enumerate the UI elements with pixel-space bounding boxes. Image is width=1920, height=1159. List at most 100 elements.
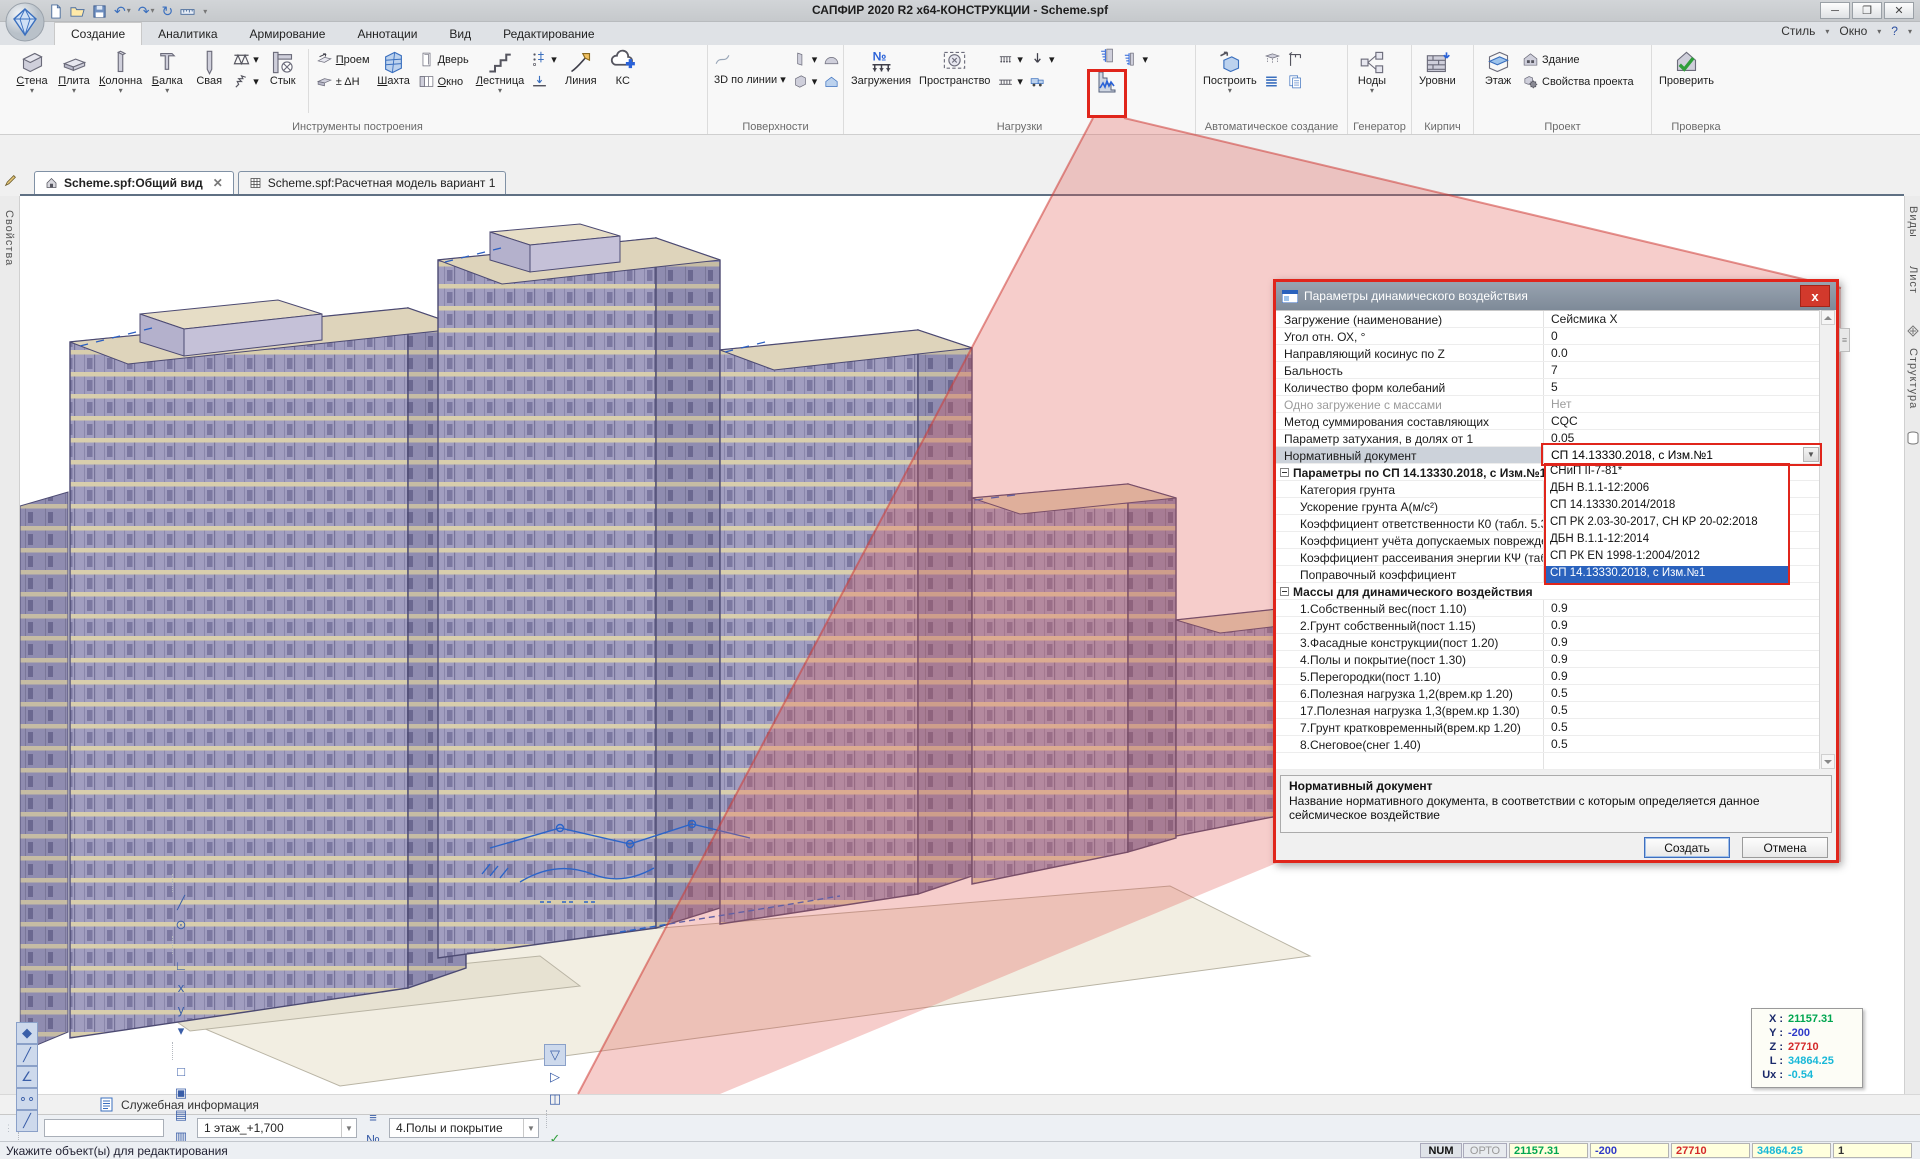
snap-line-toggle[interactable]: ╱ (16, 1044, 38, 1066)
loadcases-button[interactable]: №Загружения (848, 47, 914, 90)
dialog-title-bar[interactable]: Параметры динамического воздействия x (1276, 282, 1836, 310)
shaft-button[interactable]: Шахта (374, 47, 414, 90)
opening-button[interactable]: Проем (314, 50, 372, 69)
stairs-button[interactable]: Лестница▾ (473, 47, 528, 96)
property-row[interactable]: 3.Фасадные конструкции(пост 1.20) 0.9 (1276, 634, 1819, 651)
separator[interactable] (172, 874, 177, 892)
edit-pencil-icon[interactable] (0, 168, 20, 192)
property-row[interactable]: Метод суммирования составляющих CQC (1276, 413, 1819, 430)
auto-floors-button[interactable] (1262, 72, 1283, 91)
ortho-corner-button[interactable]: ∟ (170, 954, 192, 976)
space-button[interactable]: Пространство (916, 47, 993, 90)
property-row[interactable]: Угол отн. ОХ, ° 0 (1276, 328, 1819, 345)
nodes-button[interactable]: Ноды▾ (1352, 47, 1392, 96)
rail-load-button[interactable]: ▾ (995, 72, 1025, 91)
dropdown-item[interactable]: СП 14.13330.2014/2018 (1546, 498, 1788, 515)
ribbon-tab[interactable]: Аннотации (341, 23, 433, 45)
collapse-icon[interactable] (1280, 587, 1289, 596)
property-row[interactable]: Загружение (наименование) Сейсмика X (1276, 311, 1819, 328)
property-row[interactable]: 4.Полы и покрытие(пост 1.30) 0.9 (1276, 651, 1819, 668)
sheet-panel-tab[interactable]: Лист (1907, 266, 1919, 294)
point-load-button[interactable]: ▾ (1027, 50, 1057, 69)
pile-button[interactable]: Свая (189, 47, 229, 90)
filter-toggle[interactable]: ▽ (544, 1044, 566, 1066)
dropdown-scroll-th[interactable]: ≡ (1839, 328, 1850, 352)
dropdown-item[interactable]: СНиП II-7-81* (1546, 464, 1788, 481)
app-logo[interactable] (4, 1, 46, 43)
beam-button[interactable]: Балка▾ (147, 47, 187, 96)
property-row[interactable]: 1.Собственный вес(пост 1.10) 0.9 (1276, 600, 1819, 617)
wall-button[interactable]: Стена▾ (12, 47, 52, 96)
structure-panel-tab[interactable]: Структура (1907, 348, 1919, 409)
scroll-down-icon[interactable] (1821, 754, 1835, 769)
close-button[interactable]: ✕ (1884, 2, 1914, 19)
property-row[interactable]: 8.Снеговое(снег 1.40) 0.5 (1276, 736, 1819, 753)
column-button[interactable]: Колонна▾ (96, 47, 145, 96)
cancel-button[interactable]: Отмена (1742, 837, 1828, 858)
restore-button[interactable]: ❐ (1852, 2, 1882, 19)
window-button[interactable]: Окно (416, 72, 471, 91)
view-wire-button[interactable]: □ (170, 1060, 192, 1082)
build-button[interactable]: Построить▾ (1200, 47, 1260, 96)
surface-house-button[interactable] (821, 72, 842, 91)
property-row[interactable]: 17.Полезная нагрузка 1,3(врем.кр 1.30) 0… (1276, 702, 1819, 719)
property-row[interactable]: 6.Полезная нагрузка 1,2(врем.кр 1.20) 0.… (1276, 685, 1819, 702)
dialog-scrollbar[interactable] (1819, 310, 1836, 769)
lock-y-button[interactable]: y (170, 998, 192, 1020)
check-button[interactable]: Проверить (1656, 47, 1717, 90)
load-case-combo[interactable]: 4.Полы и покрытие ▼ (389, 1118, 539, 1138)
distributed-load-button[interactable]: ▾ (995, 50, 1025, 69)
orto-toggle[interactable]: ОРТО (1463, 1143, 1507, 1158)
project-properties-button[interactable]: Свойства проекта (1520, 72, 1636, 91)
surface-panel-button[interactable]: ▾ (790, 50, 820, 69)
num-toggle[interactable]: NUM (1420, 1143, 1462, 1158)
property-row[interactable]: 2.Грунт собственный(пост 1.15) 0.9 (1276, 617, 1819, 634)
surface-solid-button[interactable]: ▾ (790, 72, 820, 91)
more-caret[interactable]: ▾ (170, 1020, 192, 1042)
snap-angle-toggle[interactable]: ∠ (16, 1066, 38, 1088)
ks-button[interactable]: КС (603, 47, 643, 90)
table-filter-button[interactable]: ◫ (544, 1088, 566, 1110)
window-menu[interactable]: Окно (1839, 24, 1867, 38)
dropdown-item[interactable]: СП РК EN 1998-1:2004/2012 (1546, 549, 1788, 566)
truss-button[interactable]: ▾ (231, 50, 261, 69)
vehicle-load-button[interactable] (1027, 72, 1057, 91)
ribbon-tab[interactable]: Создание (54, 22, 142, 45)
line-button[interactable]: Линия (561, 47, 601, 90)
spring-button[interactable]: ▾ (231, 72, 261, 91)
scroll-up-icon[interactable] (1821, 310, 1835, 325)
insert-points-button[interactable]: ▾ (529, 50, 559, 69)
property-row[interactable]: Параметр затухания, в долях от 1 0.05 (1276, 430, 1819, 447)
line3d-button[interactable]: 3D по линии▾ (712, 72, 788, 87)
levels-button[interactable]: Уровни (1416, 47, 1459, 90)
minimize-button[interactable]: ─ (1820, 2, 1850, 19)
dialog-close-button[interactable]: x (1800, 285, 1830, 307)
separator[interactable] (172, 1042, 177, 1060)
ribbon-tab[interactable]: Редактирование (487, 23, 610, 45)
property-row[interactable]: Количество форм колебаний 5 (1276, 379, 1819, 396)
property-row[interactable]: Направляющий косинус по Z 0.0 (1276, 345, 1819, 362)
property-row[interactable]: 7.Грунт кратковременный(врем.кр 1.20) 0.… (1276, 719, 1819, 736)
building-button[interactable]: Здание (1520, 50, 1636, 69)
crane-button[interactable] (1285, 50, 1306, 69)
snap-segment-toggle[interactable]: ╱ (16, 1110, 38, 1132)
joint-button[interactable]: Стык (263, 47, 303, 90)
help-menu[interactable]: ? (1891, 24, 1898, 38)
lock-x-button[interactable]: x (170, 976, 192, 998)
views-panel-tab[interactable]: Виды (1907, 206, 1919, 238)
property-row[interactable]: Бальность 7 (1276, 362, 1819, 379)
view-shaded-button[interactable]: ▤ (170, 1104, 192, 1126)
separator[interactable] (172, 936, 177, 954)
level-mark-button[interactable] (529, 72, 559, 91)
doc-tab-general-view[interactable]: Scheme.spf:Общий вид ✕ (34, 171, 234, 194)
separator[interactable] (546, 1110, 551, 1128)
toolbar-grip[interactable]: ⋮ (4, 1123, 14, 1134)
snap-points-toggle[interactable]: ∘∘ (16, 1088, 38, 1110)
property-row[interactable]: Массы для динамического воздействия (1276, 583, 1819, 600)
door-button[interactable]: Дверь (416, 50, 471, 69)
style-menu[interactable]: Стиль (1781, 24, 1815, 38)
ribbon-tab[interactable]: Армирование (234, 23, 342, 45)
dropdown-item[interactable]: СП 14.13330.2018, с Изм.№1 (1546, 566, 1788, 583)
property-row[interactable]: Одно загружение с массами Нет (1276, 396, 1819, 413)
load-combo-caret-icon[interactable]: ▼ (523, 1119, 538, 1137)
